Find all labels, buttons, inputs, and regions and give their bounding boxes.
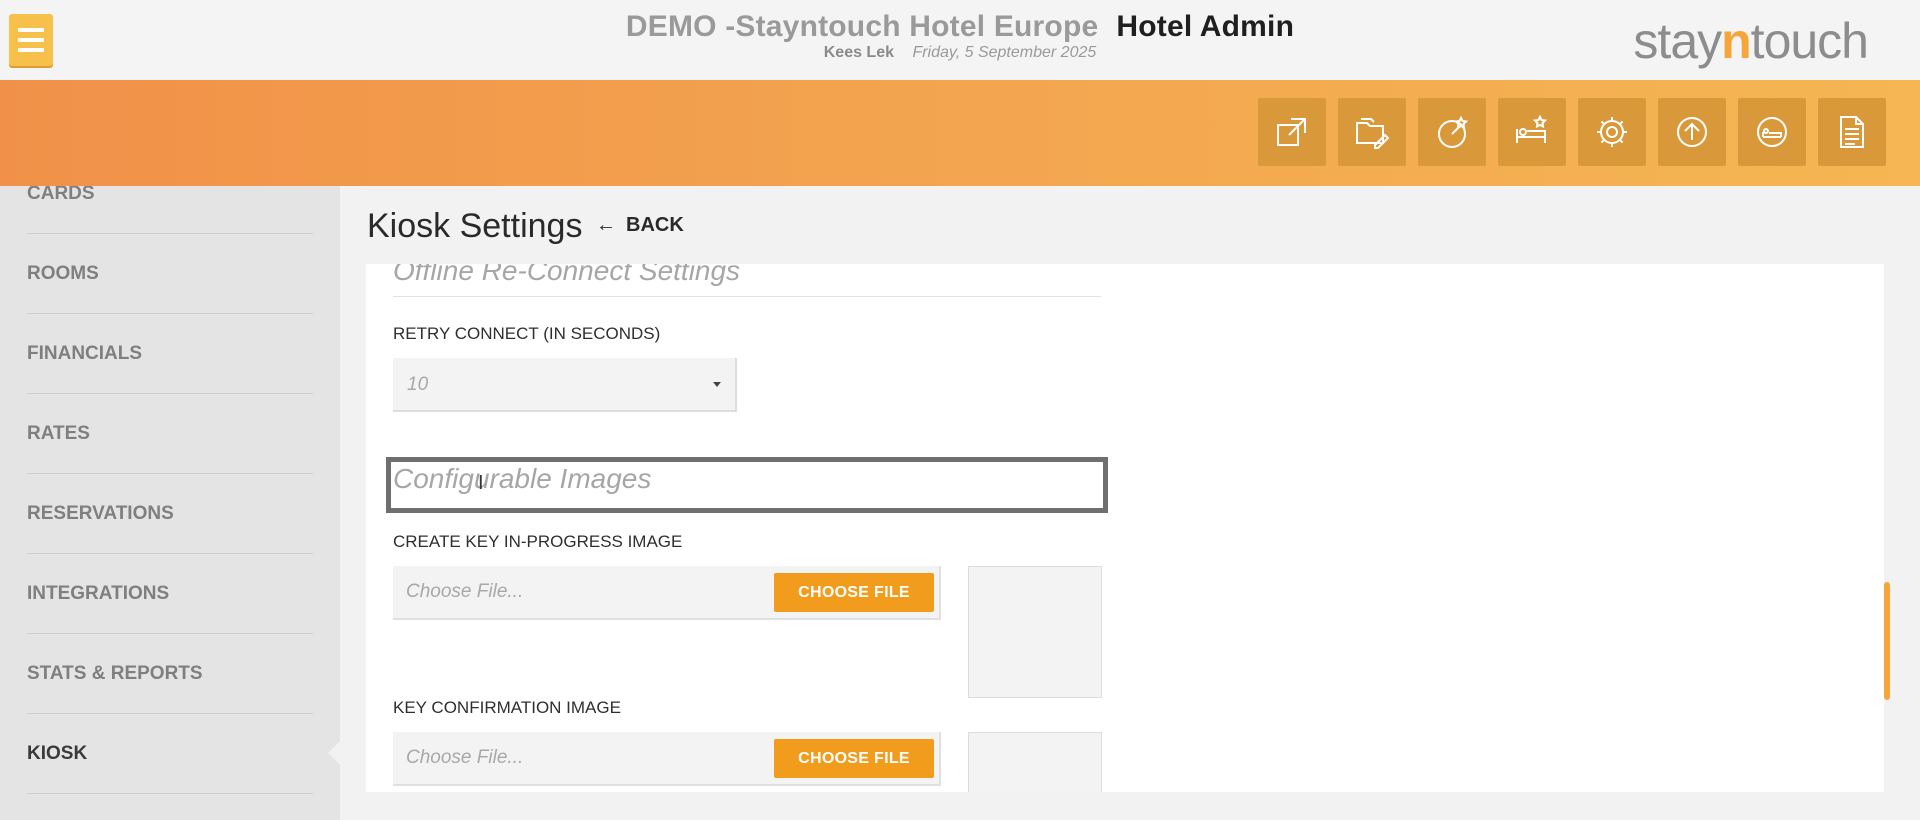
sidebar: CARDS ROOMS FINANCIALS RATES RESERVATION… [0,186,340,820]
settings-gear-icon[interactable] [1578,98,1646,166]
header-subline: Kees Lek Friday, 5 September 2025 [0,44,1920,62]
upload-icon[interactable] [1658,98,1726,166]
section-divider [393,296,1101,297]
file-placeholder: Choose File... [406,747,524,768]
retry-connect-select[interactable]: 10 [393,358,737,412]
document-icon[interactable] [1818,98,1886,166]
sidebar-item-rates[interactable]: RATES [27,394,313,474]
sidebar-item-integrations[interactable]: INTEGRATIONS [27,554,313,634]
stayntouch-logo: stayntouch [1633,13,1869,69]
hotel-name: DEMO -Stayntouch Hotel Europe [625,10,1099,43]
sidebar-item-rooms[interactable]: ROOMS [27,234,313,314]
dashboard-icon[interactable] [1418,98,1486,166]
edit-folder-icon[interactable] [1338,98,1406,166]
sidebar-item-stats-reports[interactable]: STATS & REPORTS [27,634,313,714]
toolbar [1258,98,1886,166]
retry-connect-value: 10 [407,374,429,395]
create-key-image-preview [968,566,1102,698]
file-placeholder: Choose File... [406,581,524,602]
choose-file-button[interactable]: CHOOSE FILE [774,739,934,778]
settings-panel: Offline Re-Connect Settings RETRY CONNEC… [366,264,1884,792]
sidebar-item-kiosk[interactable]: KIOSK [27,714,313,794]
text-cursor-icon: I [478,472,484,494]
create-key-image-label: CREATE KEY IN-PROGRESS IMAGE [393,532,683,551]
key-confirmation-image-label: KEY CONFIRMATION IMAGE [393,698,621,717]
header-title: DEMO -Stayntouch Hotel Europe Hotel Admin [0,10,1920,44]
page-title: Kiosk Settings [367,207,583,245]
sidebar-item-cards[interactable]: CARDS [27,186,313,234]
retry-connect-label: RETRY CONNECT (IN SECONDS) [393,324,661,343]
offline-section-title: Offline Re-Connect Settings [393,264,741,286]
open-external-icon[interactable] [1258,98,1326,166]
back-label: BACK [626,214,684,236]
reservation-icon[interactable] [1738,98,1806,166]
user-name: Kees Lek [823,44,894,61]
create-key-image-file-input[interactable]: Choose File... CHOOSE FILE [393,566,941,620]
sidebar-item-financials[interactable]: FINANCIALS [27,314,313,394]
caret-down-icon [713,382,721,387]
sidebar-item-reservations[interactable]: RESERVATIONS [27,474,313,554]
back-button[interactable]: ← BACK [596,214,684,237]
key-confirmation-image-file-input[interactable]: Choose File... CHOOSE FILE [393,732,941,786]
scrollbar-thumb[interactable] [1884,582,1890,700]
active-item-pointer [328,740,340,766]
app-name: Hotel Admin [1116,10,1295,43]
back-arrow-icon: ← [596,214,616,236]
key-confirmation-image-preview [968,732,1102,792]
choose-file-button[interactable]: CHOOSE FILE [774,573,934,612]
housekeeping-icon[interactable] [1498,98,1566,166]
images-section-title: Configurable Images [393,463,652,494]
top-header: DEMO -Stayntouch Hotel Europe Hotel Admin… [0,0,1920,80]
current-date: Friday, 5 September 2025 [912,44,1097,61]
